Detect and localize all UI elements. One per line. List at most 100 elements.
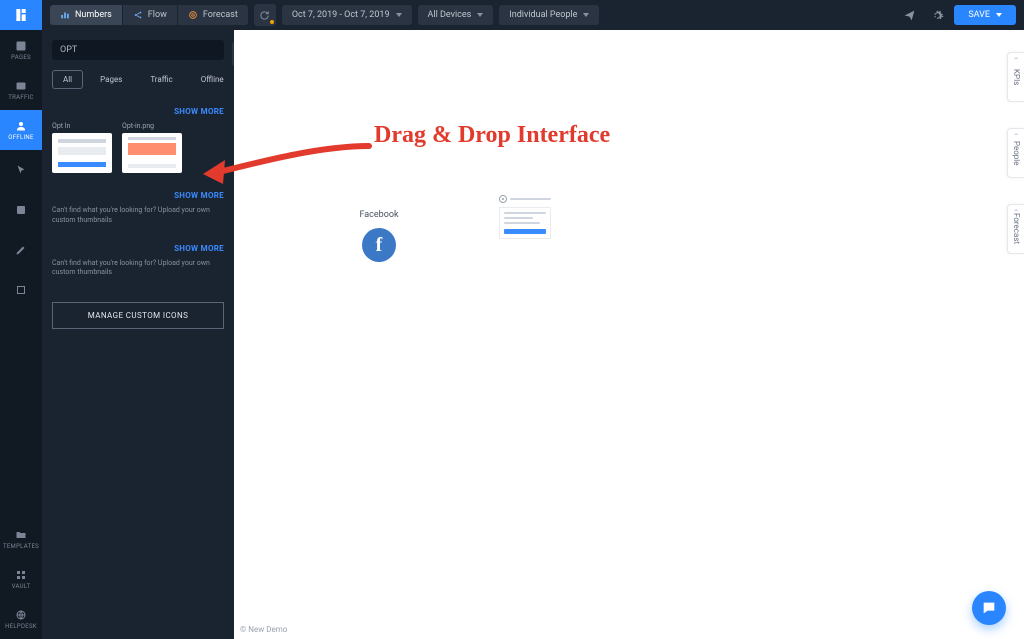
device-label: All Devices <box>428 10 472 20</box>
show-more-link[interactable]: SHOW MORE <box>52 244 224 253</box>
target-icon <box>188 10 198 20</box>
chevron-left-icon: ‹ <box>1012 133 1021 135</box>
link-label: SHOW MORE <box>174 244 224 253</box>
segment-forecast[interactable]: Forecast <box>178 5 248 25</box>
tab-label: People <box>1012 141 1021 165</box>
sidebar-item-cursor[interactable] <box>0 150 42 190</box>
sidebar-item-pen[interactable] <box>0 230 42 270</box>
annotation-text: Drag & Drop Interface <box>374 122 610 149</box>
link-label: SHOW MORE <box>174 107 224 116</box>
search-value: OPT <box>60 45 77 55</box>
device-filter[interactable]: All Devices <box>418 5 494 25</box>
chat-icon <box>981 600 997 616</box>
thumb-title: Opt In <box>52 122 112 130</box>
save-label: SAVE <box>968 10 990 20</box>
globe-icon <box>14 609 28 621</box>
share-button[interactable] <box>898 4 920 26</box>
facebook-icon: f <box>362 228 396 262</box>
left-sidebar: PAGES TRAFFIC OFFLINE TEMPLATES VAULT HE… <box>0 0 42 639</box>
date-label: Oct 7, 2019 - Oct 7, 2019 <box>292 10 390 20</box>
thumbnail-item[interactable]: Opt-in.png <box>122 122 182 173</box>
pages-icon <box>14 40 28 52</box>
panel-tabs: All Pages Traffic Offline <box>52 70 224 89</box>
tab-all[interactable]: All <box>52 70 83 89</box>
bars-icon <box>60 10 70 20</box>
canvas-footer: © New Demo <box>234 619 1012 639</box>
sidebar-item-label: VAULT <box>12 583 31 590</box>
sidebar-item-text[interactable] <box>0 190 42 230</box>
tab-label: Pages <box>100 75 122 84</box>
sidebar-item-offline[interactable]: OFFLINE <box>0 110 42 150</box>
segment-numbers[interactable]: Numbers <box>50 5 123 25</box>
save-button[interactable]: SAVE <box>954 5 1016 25</box>
tab-label: Traffic <box>150 75 172 84</box>
sidebar-item-square[interactable] <box>0 270 42 310</box>
sidebar-item-traffic[interactable]: TRAFFIC <box>0 70 42 110</box>
thumbnail-item[interactable]: Opt In <box>52 122 112 173</box>
refresh-button[interactable] <box>254 4 276 26</box>
segment-label: Forecast <box>203 10 238 20</box>
sidebar-item-label: PAGES <box>11 54 31 61</box>
chevron-down-icon <box>996 13 1002 17</box>
square-icon <box>14 284 28 296</box>
thumb-preview <box>122 133 182 173</box>
facebook-node[interactable]: Facebook f <box>344 210 414 262</box>
chevron-down-icon <box>583 13 589 17</box>
sidebar-item-label: TEMPLATES <box>3 543 39 550</box>
chat-button[interactable] <box>972 591 1006 625</box>
tab-label: KPIs <box>1012 69 1021 85</box>
traffic-icon <box>14 80 28 92</box>
sidebar-item-label: TRAFFIC <box>8 94 33 101</box>
help-text: Can't find what you're looking for? Uplo… <box>52 206 224 226</box>
sidebar-item-helpdesk[interactable]: HELPDESK <box>0 599 42 639</box>
folder-icon <box>14 529 28 541</box>
refresh-icon <box>259 10 270 21</box>
assets-panel: OPT All Pages Traffic Offline SHOW MORE … <box>42 30 234 639</box>
tab-traffic[interactable]: Traffic <box>139 70 183 89</box>
search-input[interactable]: OPT <box>52 40 224 60</box>
date-range-picker[interactable]: Oct 7, 2019 - Oct 7, 2019 <box>282 5 412 25</box>
text-icon <box>14 204 28 216</box>
page-icon <box>499 195 507 203</box>
app-logo[interactable] <box>0 0 42 30</box>
segment-flow[interactable]: Flow <box>123 5 178 25</box>
sidebar-item-vault[interactable]: VAULT <box>0 559 42 599</box>
people-filter[interactable]: Individual People <box>499 5 599 25</box>
right-tab-people[interactable]: ‹ People <box>1007 128 1024 178</box>
pen-icon <box>14 244 28 256</box>
tab-label: All <box>63 75 72 84</box>
canvas[interactable]: Drag & Drop Interface Facebook f © New D… <box>234 30 1012 639</box>
right-tab-kpis[interactable]: ‹ KPIs <box>1007 52 1024 102</box>
cursor-icon <box>14 164 28 176</box>
show-more-link[interactable]: SHOW MORE <box>52 107 224 116</box>
segment-label: Flow <box>148 10 167 20</box>
notification-dot <box>270 20 274 24</box>
offline-icon <box>14 120 28 132</box>
tab-pages[interactable]: Pages <box>89 70 133 89</box>
tab-label: Offline <box>201 75 224 84</box>
sidebar-item-label: OFFLINE <box>8 134 33 141</box>
sidebar-item-templates[interactable]: TEMPLATES <box>0 519 42 559</box>
help-text: Can't find what you're looking for? Uplo… <box>52 259 224 279</box>
top-toolbar: Numbers Flow Forecast Oct 7, 2019 - Oct … <box>42 0 1024 30</box>
grid-icon <box>14 569 28 581</box>
footer-text: © New Demo <box>240 625 287 634</box>
share-icon <box>133 10 143 20</box>
node-label: Facebook <box>344 210 414 220</box>
manage-icons-button[interactable]: MANAGE CUSTOM ICONS <box>52 302 224 329</box>
optin-node[interactable] <box>499 195 551 239</box>
chevron-left-icon: ‹ <box>1012 209 1021 211</box>
tab-offline[interactable]: Offline <box>190 70 235 89</box>
people-label: Individual People <box>509 10 577 20</box>
send-icon <box>903 9 916 22</box>
tab-label: Forecast <box>1012 213 1021 244</box>
settings-button[interactable] <box>926 4 948 26</box>
right-tab-forecast[interactable]: ‹ Forecast <box>1007 204 1024 254</box>
view-segment: Numbers Flow Forecast <box>50 5 248 25</box>
segment-label: Numbers <box>75 10 112 20</box>
chevron-down-icon <box>477 13 483 17</box>
node-header <box>499 195 551 203</box>
thumb-preview <box>52 133 112 173</box>
sidebar-item-pages[interactable]: PAGES <box>0 30 42 70</box>
chevron-down-icon <box>396 13 402 17</box>
